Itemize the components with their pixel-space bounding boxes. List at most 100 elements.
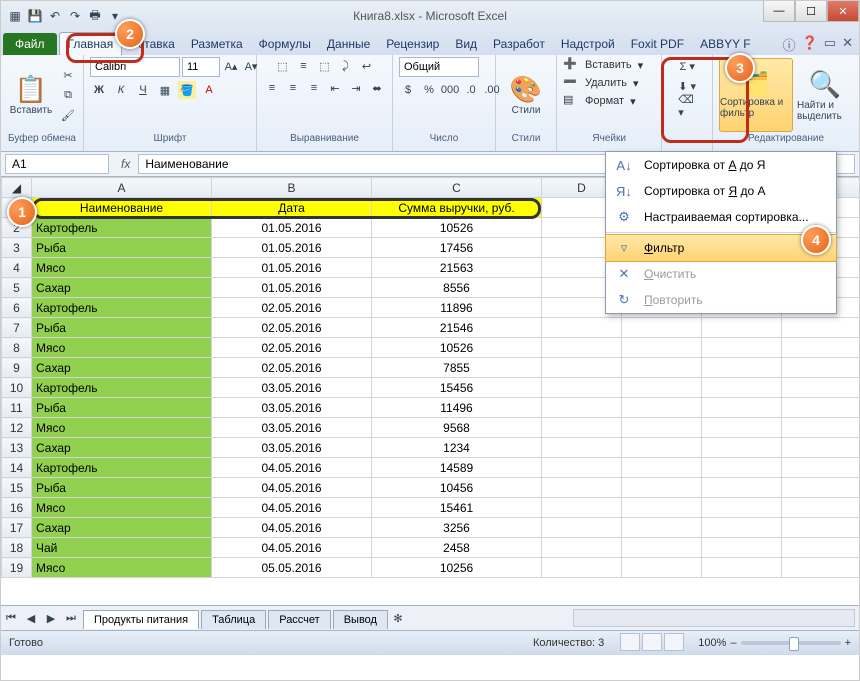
cell[interactable] <box>542 358 622 378</box>
grow-font-icon[interactable]: A▴ <box>222 57 240 75</box>
sheet-nav-prev-icon[interactable]: ◀ <box>22 609 40 627</box>
insert-cells-button[interactable]: ➕Вставить ▾ <box>563 57 643 73</box>
cell[interactable]: 2458 <box>372 538 542 558</box>
cell[interactable] <box>542 338 622 358</box>
cell[interactable] <box>622 318 702 338</box>
row-header[interactable]: 12 <box>2 418 32 438</box>
italic-button[interactable]: К <box>112 81 130 99</box>
tab-file[interactable]: Файл <box>3 33 57 55</box>
cell[interactable] <box>782 558 860 578</box>
cell[interactable]: Дата <box>212 198 372 218</box>
cell[interactable]: 03.05.2016 <box>212 398 372 418</box>
cell[interactable] <box>782 378 860 398</box>
cell[interactable] <box>542 318 622 338</box>
merge-icon[interactable]: ⬌ <box>368 79 386 97</box>
row-header[interactable]: 3 <box>2 238 32 258</box>
cell[interactable]: 15461 <box>372 498 542 518</box>
undo-icon[interactable]: ↶ <box>47 8 63 24</box>
cell[interactable] <box>622 438 702 458</box>
align-center-icon[interactable]: ≡ <box>284 79 302 97</box>
row-header[interactable]: 5 <box>2 278 32 298</box>
col-header-C[interactable]: C <box>372 178 542 198</box>
cell[interactable]: 3256 <box>372 518 542 538</box>
print-icon[interactable]: 🖶 <box>87 8 103 24</box>
cell[interactable]: 04.05.2016 <box>212 538 372 558</box>
cell[interactable] <box>782 358 860 378</box>
cell[interactable]: 1234 <box>372 438 542 458</box>
tab-home[interactable]: Главная <box>59 32 123 55</box>
cell[interactable]: 14589 <box>372 458 542 478</box>
row-header[interactable]: 17 <box>2 518 32 538</box>
cell[interactable] <box>702 518 782 538</box>
cell[interactable]: 21546 <box>372 318 542 338</box>
sheet-nav-last-icon[interactable]: ⏭ <box>62 609 80 627</box>
cell[interactable] <box>702 498 782 518</box>
cell[interactable] <box>702 358 782 378</box>
cell[interactable]: Сахар <box>32 438 212 458</box>
cell[interactable] <box>622 518 702 538</box>
cell[interactable]: 7855 <box>372 358 542 378</box>
cell[interactable]: Сумма выручки, руб. <box>372 198 542 218</box>
redo-icon[interactable]: ↷ <box>67 8 83 24</box>
format-cells-button[interactable]: ▤Формат ▾ <box>563 93 636 109</box>
name-box[interactable]: A1 <box>5 154 109 174</box>
cell[interactable]: 10526 <box>372 218 542 238</box>
number-format-select[interactable]: Общий <box>399 57 479 77</box>
fill-color-icon[interactable]: 🪣 <box>178 81 196 99</box>
cell[interactable] <box>782 398 860 418</box>
row-header[interactable]: 13 <box>2 438 32 458</box>
cell[interactable]: 01.05.2016 <box>212 238 372 258</box>
cell[interactable] <box>542 458 622 478</box>
cell[interactable]: 04.05.2016 <box>212 518 372 538</box>
view-buttons[interactable] <box>618 633 684 654</box>
bold-button[interactable]: Ж <box>90 81 108 99</box>
sheet-tab[interactable]: Таблица <box>201 610 266 629</box>
cell[interactable]: Сахар <box>32 278 212 298</box>
cell[interactable] <box>622 478 702 498</box>
underline-button[interactable]: Ч <box>134 81 152 99</box>
cell[interactable]: Картофель <box>32 378 212 398</box>
cell[interactable]: Рыба <box>32 238 212 258</box>
tab-layout[interactable]: Разметка <box>183 33 251 55</box>
cell[interactable]: 10526 <box>372 338 542 358</box>
cell[interactable]: Рыба <box>32 478 212 498</box>
cell[interactable] <box>622 398 702 418</box>
align-right-icon[interactable]: ≡ <box>305 79 323 97</box>
cell[interactable] <box>542 558 622 578</box>
cut-icon[interactable]: ✂ <box>59 66 77 84</box>
comma-icon[interactable]: 000 <box>441 81 459 99</box>
cell[interactable] <box>702 418 782 438</box>
cell[interactable]: Мясо <box>32 258 212 278</box>
cell[interactable]: Сахар <box>32 518 212 538</box>
row-header[interactable]: 10 <box>2 378 32 398</box>
cell[interactable]: Картофель <box>32 458 212 478</box>
cell[interactable]: 03.05.2016 <box>212 378 372 398</box>
align-bottom-icon[interactable]: ⬚ <box>316 57 334 75</box>
row-header[interactable]: 7 <box>2 318 32 338</box>
close-button[interactable]: ✕ <box>827 1 859 22</box>
cell[interactable]: Рыба <box>32 398 212 418</box>
cell[interactable] <box>702 458 782 478</box>
cell[interactable] <box>622 538 702 558</box>
cell[interactable] <box>622 558 702 578</box>
cell[interactable]: 17456 <box>372 238 542 258</box>
cell[interactable]: Рыба <box>32 318 212 338</box>
cell[interactable] <box>702 318 782 338</box>
cell[interactable]: 21563 <box>372 258 542 278</box>
zoom-in-icon[interactable]: + <box>845 637 851 649</box>
find-select-button[interactable]: 🔍 Найти и выделить <box>797 59 853 131</box>
delete-cells-button[interactable]: ➖Удалить ▾ <box>563 75 639 91</box>
cell[interactable] <box>782 518 860 538</box>
align-middle-icon[interactable]: ≡ <box>295 57 313 75</box>
paste-button[interactable]: 📋 Вставить <box>7 59 55 131</box>
row-header[interactable]: 15 <box>2 478 32 498</box>
cell[interactable]: 01.05.2016 <box>212 218 372 238</box>
col-header-B[interactable]: B <box>212 178 372 198</box>
menu-custom-sort[interactable]: ⚙ Настраиваемая сортировка... <box>606 204 836 230</box>
cell[interactable]: 11496 <box>372 398 542 418</box>
indent-increase-icon[interactable]: ⇥ <box>347 79 365 97</box>
row-header[interactable]: 11 <box>2 398 32 418</box>
sheet-nav-next-icon[interactable]: ▶ <box>42 609 60 627</box>
cell[interactable] <box>782 438 860 458</box>
row-header[interactable]: 4 <box>2 258 32 278</box>
